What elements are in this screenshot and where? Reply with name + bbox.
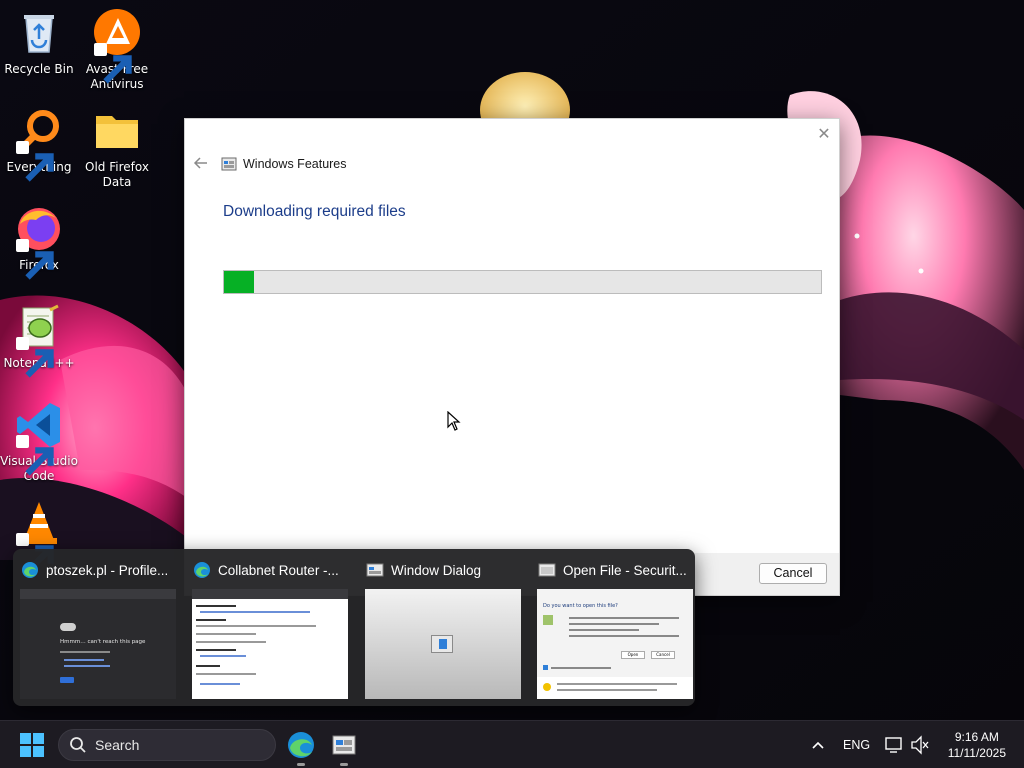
running-indicator xyxy=(340,763,348,766)
preview-heading: Hmmm… can't reach this page xyxy=(60,639,146,645)
language-label: ENG xyxy=(843,738,871,752)
shortcut-arrow-icon xyxy=(94,43,132,84)
shortcut-arrow-icon xyxy=(16,533,54,574)
back-arrow-icon[interactable] xyxy=(191,155,211,171)
mouse-cursor-icon xyxy=(447,411,461,431)
open-file-icon xyxy=(538,563,556,577)
system-clock[interactable]: 9:16 AM 11/11/2025 xyxy=(948,729,1006,761)
shortcut-arrow-icon xyxy=(16,239,54,280)
recycle-bin-icon xyxy=(24,15,54,53)
preview-heading: Do you want to open this file? xyxy=(543,603,618,609)
search-icon xyxy=(70,737,86,753)
windows-features-dialog: ✕ Windows Features Downloading required … xyxy=(184,118,840,596)
running-indicator xyxy=(297,763,305,766)
desktop-icon-old-firefox-data[interactable]: Old Firefox Data xyxy=(78,106,156,190)
thumbnail-title: Open File - Securit... xyxy=(563,562,687,578)
thumbnail-preview xyxy=(365,589,521,699)
edge-icon xyxy=(194,562,210,578)
taskbar-search-box[interactable]: Search xyxy=(58,729,276,761)
window-dialog-preview-icon xyxy=(431,635,453,653)
desktop-icon-firefox[interactable]: Firefox xyxy=(0,204,78,280)
taskbar: Search ENG 9:16 AM 11/11/2025 xyxy=(0,720,1024,768)
search-label: Search xyxy=(95,737,140,753)
shortcut-arrow-icon xyxy=(16,435,54,476)
dialog-title: Windows Features xyxy=(243,157,347,171)
thumbnail-preview: Do you want to open this file? Open Canc… xyxy=(537,589,693,699)
desktop-icon-vscode[interactable]: Visual Studio Code xyxy=(0,400,78,484)
start-button[interactable] xyxy=(20,733,44,757)
thumbnail-title: ptoszek.pl - Profile... xyxy=(46,562,169,578)
dialog-title-row: Windows Features xyxy=(221,155,347,173)
windows-logo-icon xyxy=(20,733,44,757)
preview-open-button: Open xyxy=(621,651,645,659)
dialog-heading: Downloading required files xyxy=(223,203,406,220)
desktop-icon-label: Recycle Bin xyxy=(4,62,74,76)
taskbar-app-windows-features[interactable] xyxy=(329,730,359,766)
edge-icon xyxy=(288,732,314,758)
thumbnail-collabnet[interactable]: Collabnet Router -... xyxy=(185,549,355,706)
cancel-button[interactable]: Cancel xyxy=(759,563,827,584)
thumbnail-preview: Hmmm… can't reach this page xyxy=(20,589,176,699)
close-button[interactable]: ✕ xyxy=(813,123,835,145)
progress-bar-fill xyxy=(224,271,254,293)
download-progress-bar xyxy=(223,270,822,294)
thumbnail-title: Window Dialog xyxy=(391,562,482,578)
thumbnail-preview xyxy=(192,589,348,699)
edge-icon xyxy=(22,562,38,578)
warning-icon xyxy=(543,683,551,691)
thumbnail-open-file-security[interactable]: Open File - Securit... Do you want to op… xyxy=(530,549,700,706)
shortcut-arrow-icon xyxy=(16,337,54,378)
thumbnail-title: Collabnet Router -... xyxy=(218,562,339,578)
desktop-icon-everything[interactable]: Everything xyxy=(0,106,78,182)
cloud-icon xyxy=(60,623,76,631)
clock-date: 11/11/2025 xyxy=(947,746,1006,760)
desktop-icon-vlc[interactable] xyxy=(0,498,78,574)
tray-overflow-chevron-icon[interactable] xyxy=(810,721,826,768)
window-dialog-icon xyxy=(366,563,384,577)
taskbar-app-edge[interactable] xyxy=(286,730,316,766)
desktop-icon-notepadpp[interactable]: Notepad++ xyxy=(0,302,78,378)
folder-icon xyxy=(96,116,138,148)
clock-time: 9:16 AM xyxy=(954,730,999,744)
windows-features-icon xyxy=(221,157,237,171)
thumbnail-window-dialog[interactable]: Window Dialog xyxy=(358,549,528,706)
task-thumbnail-popup: ptoszek.pl - Profile... Hmmm… can't reac… xyxy=(13,549,695,706)
shortcut-arrow-icon xyxy=(16,141,54,182)
network-icon[interactable] xyxy=(884,721,904,768)
preview-cancel-button: Cancel xyxy=(651,651,675,659)
volume-muted-icon[interactable] xyxy=(910,721,930,768)
windows-features-icon xyxy=(332,735,356,755)
desktop-icon-avast[interactable]: Avast Free Antivirus xyxy=(78,8,156,92)
desktop-icon-recycle-bin[interactable]: Recycle Bin xyxy=(0,8,78,77)
language-indicator[interactable]: ENG xyxy=(843,721,873,768)
thumbnail-ptoszek[interactable]: ptoszek.pl - Profile... Hmmm… can't reac… xyxy=(13,549,183,706)
desktop-icon-label: Old Firefox Data xyxy=(85,160,149,189)
